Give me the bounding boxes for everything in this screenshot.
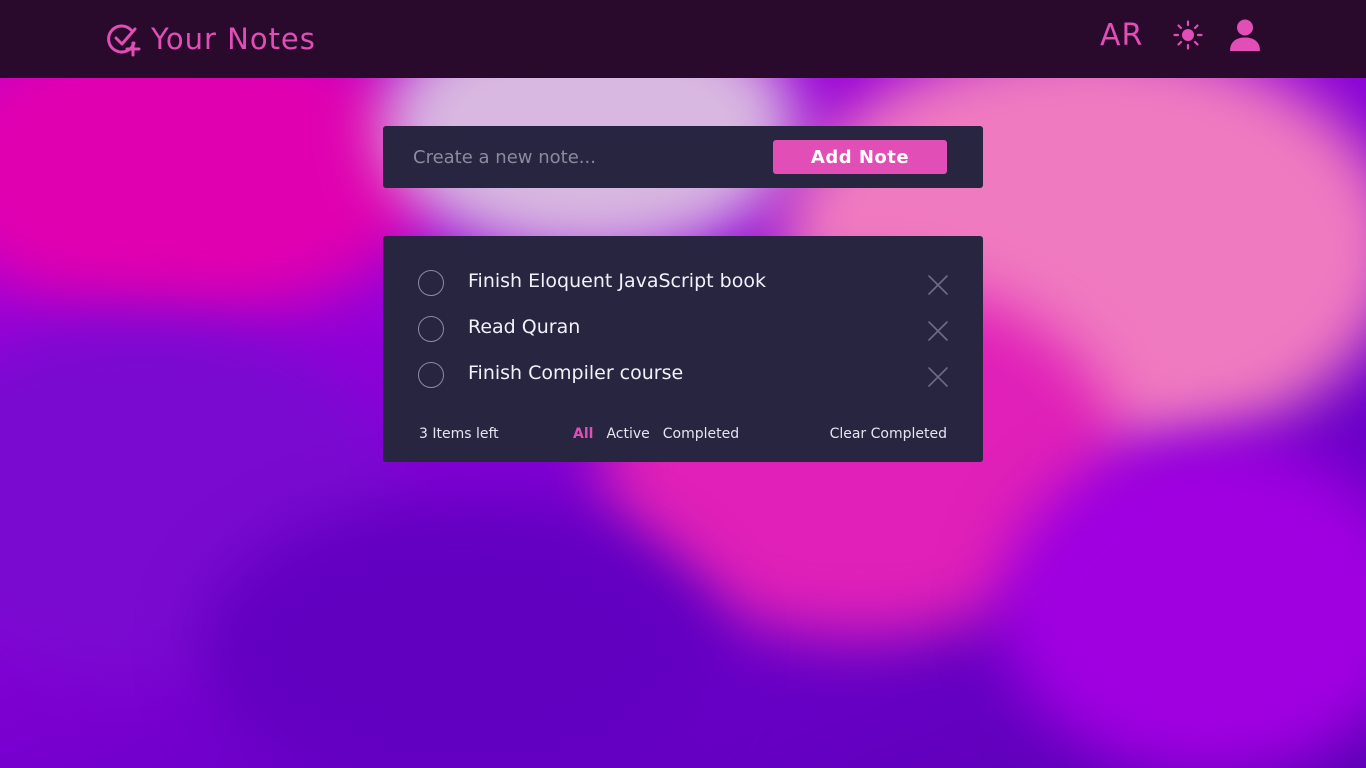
filter-completed[interactable]: Completed [663, 426, 739, 442]
note-text[interactable]: Finish Compiler course [468, 362, 683, 384]
user-icon[interactable] [1228, 18, 1262, 52]
note-complete-checkbox[interactable] [418, 316, 444, 342]
new-note-input[interactable] [413, 139, 743, 175]
note-text[interactable]: Finish Eloquent JavaScript book [468, 270, 766, 292]
note-text[interactable]: Read Quran [468, 316, 580, 338]
note-complete-checkbox[interactable] [418, 270, 444, 296]
items-left-count: 3 Items left [419, 426, 499, 442]
close-icon[interactable] [927, 366, 949, 388]
close-icon[interactable] [927, 320, 949, 342]
note-complete-checkbox[interactable] [418, 362, 444, 388]
clear-completed-button[interactable]: Clear Completed [830, 426, 947, 442]
note-item: Read Quran [383, 300, 983, 346]
create-note-card: Add Note [383, 126, 983, 188]
brand[interactable]: Your Notes [105, 18, 316, 60]
filter-all[interactable]: All [573, 426, 593, 442]
filter-tabs: All Active Completed [573, 426, 739, 442]
close-icon[interactable] [927, 274, 949, 296]
check-plus-icon [107, 24, 141, 57]
sun-icon[interactable] [1173, 20, 1203, 50]
top-navigation-bar: Your Notes AR [0, 0, 1366, 78]
add-note-button[interactable]: Add Note [773, 140, 947, 174]
note-item: Finish Eloquent JavaScript book [383, 254, 983, 300]
note-item: Finish Compiler course [383, 346, 983, 392]
filter-active[interactable]: Active [606, 426, 649, 442]
language-toggle[interactable]: AR [1100, 18, 1143, 53]
notes-list-card: Finish Eloquent JavaScript book Read Qur… [383, 236, 983, 462]
notes-footer: 3 Items left All Active Completed Clear … [383, 424, 983, 446]
app-title: Your Notes [151, 22, 316, 56]
